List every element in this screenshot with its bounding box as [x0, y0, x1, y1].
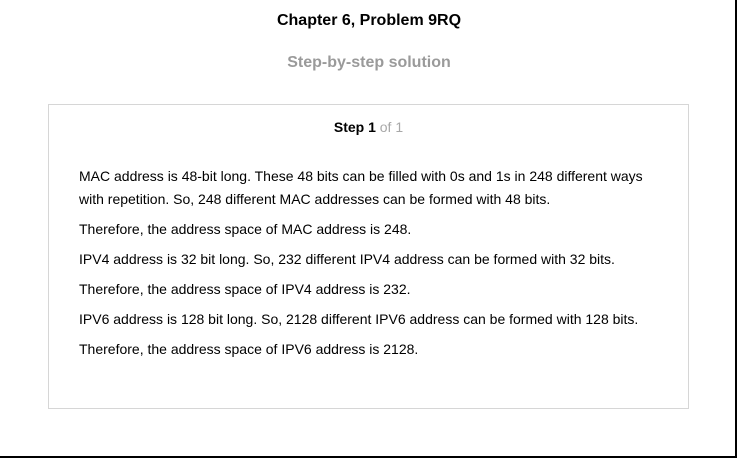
step-header: Step 1 of 1 — [49, 119, 688, 135]
page-subtitle: Step-by-step solution — [287, 54, 451, 71]
solution-paragraph: Therefore, the address space of IPV4 add… — [79, 281, 411, 297]
solution-paragraph: IPV4 address is 32 bit long. So, 232 dif… — [79, 251, 615, 267]
page-title: Chapter 6, Problem 9RQ — [276, 12, 462, 29]
solution-paragraph: Therefore, the address space of MAC addr… — [79, 221, 412, 237]
solution-paragraph: IPV6 address is 128 bit long. So, 2128 d… — [79, 311, 639, 327]
step-count: of 1 — [379, 119, 404, 135]
solution-card: Step 1 of 1 MAC address is 48-bit long. … — [48, 104, 689, 409]
solution-paragraph: Therefore, the address space of IPV6 add… — [79, 341, 419, 357]
step-label: Step 1 — [333, 119, 376, 135]
step-content: MAC address is 48-bit long. These 48 bit… — [79, 165, 664, 368]
solution-paragraph: MAC address is 48-bit long. These 48 bit… — [79, 168, 643, 207]
